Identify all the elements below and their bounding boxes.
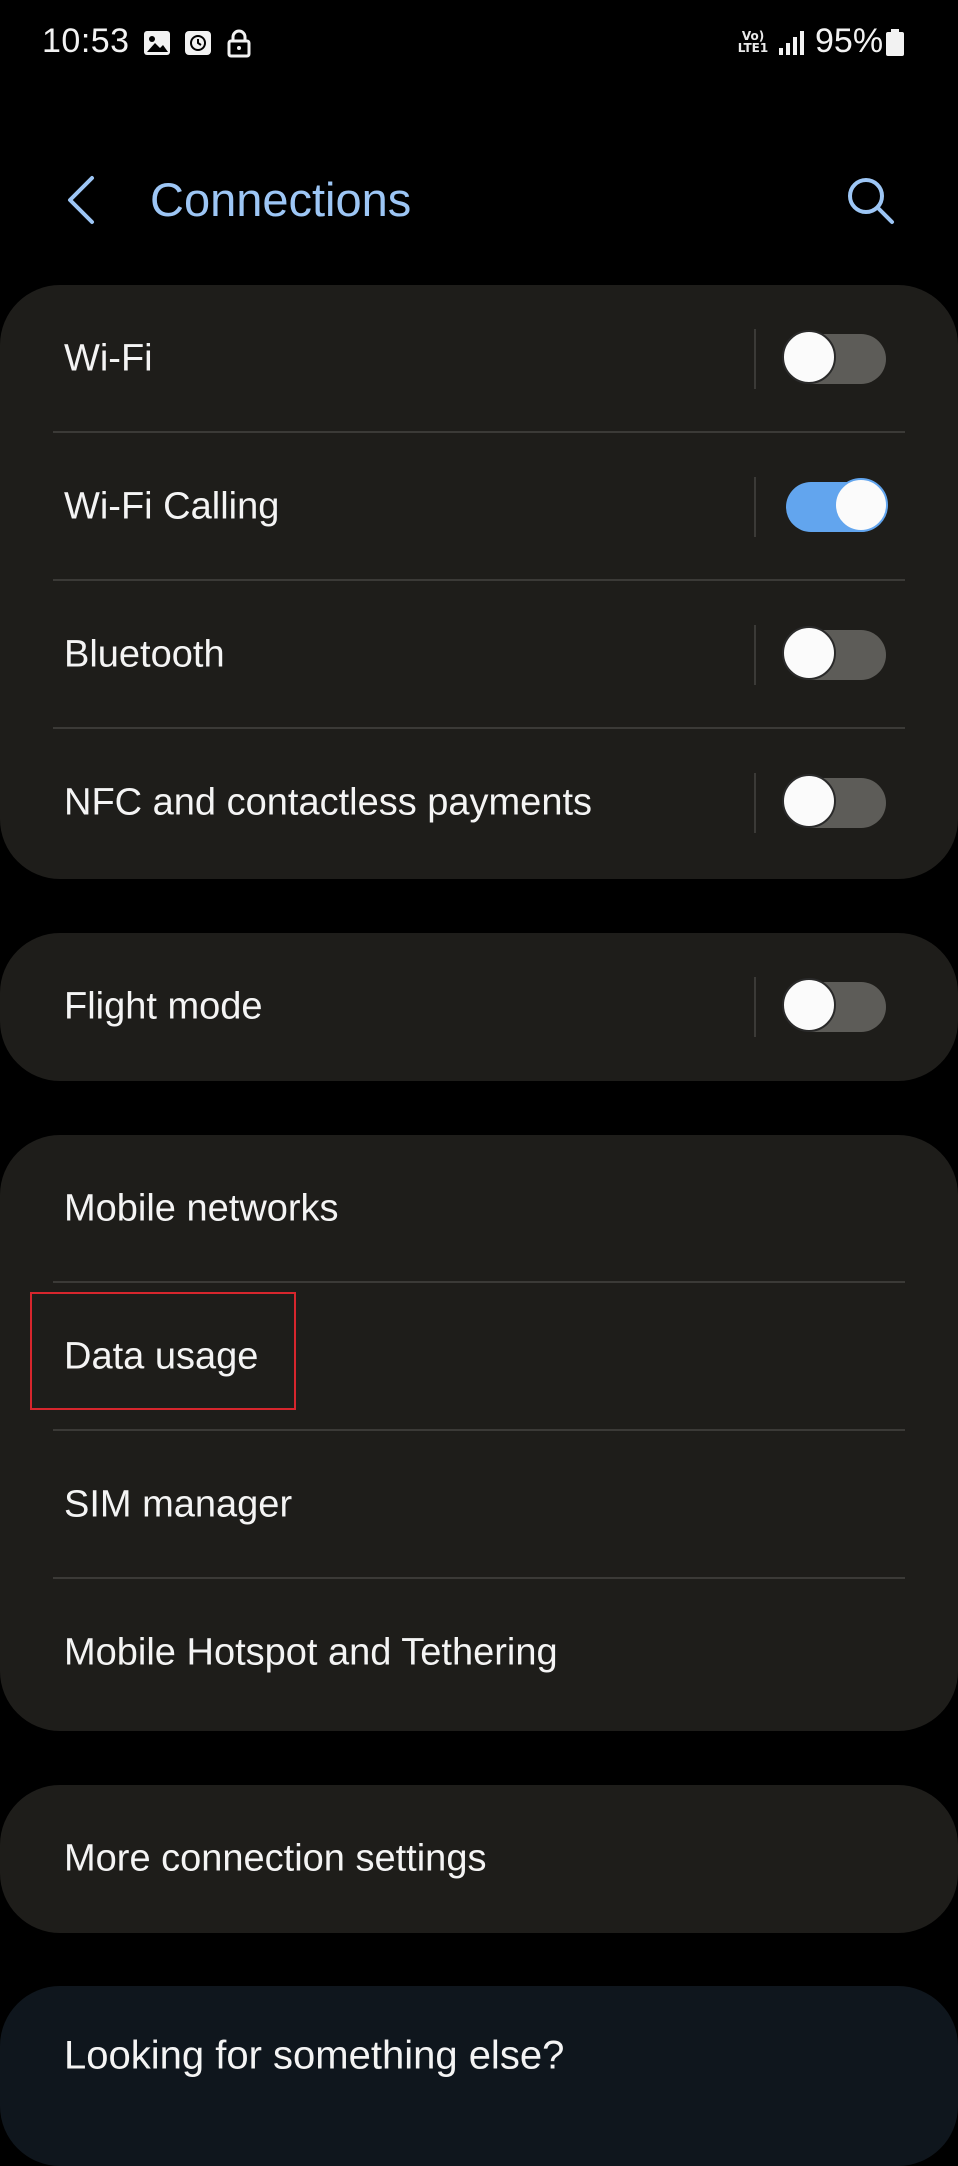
nfc-toggle[interactable] bbox=[782, 774, 886, 828]
bluetooth-label: Bluetooth bbox=[64, 633, 225, 676]
flight-mode-row[interactable]: Flight mode bbox=[0, 933, 958, 1081]
more-connection-settings-row[interactable]: More connection settings bbox=[0, 1785, 958, 1933]
signal-icon bbox=[779, 31, 804, 55]
toggle-knob bbox=[782, 978, 836, 1032]
flight-mode-toggle[interactable] bbox=[782, 978, 886, 1032]
bluetooth-toggle[interactable] bbox=[782, 626, 886, 680]
mobile-networks-row[interactable]: Mobile networks bbox=[0, 1135, 958, 1283]
hotspot-label: Mobile Hotspot and Tethering bbox=[64, 1631, 558, 1674]
toggle-knob bbox=[782, 774, 836, 828]
app-header: Connections bbox=[0, 150, 958, 250]
help-title: Looking for something else? bbox=[64, 2033, 565, 2078]
highlight-box bbox=[30, 1292, 296, 1410]
more-card: More connection settings bbox=[0, 1785, 958, 1933]
volte-indicator: Vo) LTE1 bbox=[735, 30, 771, 54]
clock-app-icon bbox=[185, 31, 211, 55]
wifi-label: Wi-Fi bbox=[64, 337, 153, 380]
wifi-calling-toggle[interactable] bbox=[786, 478, 888, 532]
mobile-networks-label: Mobile networks bbox=[64, 1187, 339, 1230]
wifi-row[interactable]: Wi-Fi bbox=[0, 285, 958, 433]
separator bbox=[754, 977, 756, 1037]
lock-icon bbox=[227, 29, 251, 58]
gallery-icon bbox=[144, 31, 170, 55]
wireless-card: Wi-Fi Wi-Fi Calling Bluetooth NFC and co… bbox=[0, 285, 958, 879]
chevron-left-icon[interactable] bbox=[56, 172, 108, 228]
sim-manager-label: SIM manager bbox=[64, 1483, 293, 1526]
separator bbox=[754, 329, 756, 389]
status-bar: 10:53 Vo) LTE1 95% bbox=[0, 0, 958, 90]
sim-manager-row[interactable]: SIM manager bbox=[0, 1431, 958, 1579]
help-card: Looking for something else? bbox=[0, 1986, 958, 2166]
flight-card: Flight mode bbox=[0, 933, 958, 1081]
page-title: Connections bbox=[150, 173, 412, 226]
toggle-knob bbox=[782, 330, 836, 384]
separator bbox=[754, 477, 756, 537]
battery-percent: 95% bbox=[815, 22, 884, 60]
toggle-knob bbox=[782, 626, 836, 680]
toggle-knob bbox=[834, 478, 888, 532]
bluetooth-row[interactable]: Bluetooth bbox=[0, 581, 958, 729]
lte-label: LTE1 bbox=[737, 41, 769, 55]
battery-icon bbox=[886, 29, 904, 56]
mobile-card: Mobile networks Data usage SIM manager M… bbox=[0, 1135, 958, 1731]
search-icon[interactable] bbox=[842, 172, 898, 228]
separator bbox=[754, 773, 756, 833]
nfc-row[interactable]: NFC and contactless payments bbox=[0, 729, 958, 877]
more-connection-settings-label: More connection settings bbox=[64, 1837, 487, 1880]
separator bbox=[754, 625, 756, 685]
status-time: 10:53 bbox=[42, 22, 130, 60]
wifi-calling-row[interactable]: Wi-Fi Calling bbox=[0, 433, 958, 581]
wifi-calling-label: Wi-Fi Calling bbox=[64, 485, 280, 528]
nfc-label: NFC and contactless payments bbox=[64, 781, 593, 824]
hotspot-row[interactable]: Mobile Hotspot and Tethering bbox=[0, 1579, 958, 1727]
wifi-toggle[interactable] bbox=[782, 330, 886, 384]
flight-mode-label: Flight mode bbox=[64, 985, 263, 1028]
